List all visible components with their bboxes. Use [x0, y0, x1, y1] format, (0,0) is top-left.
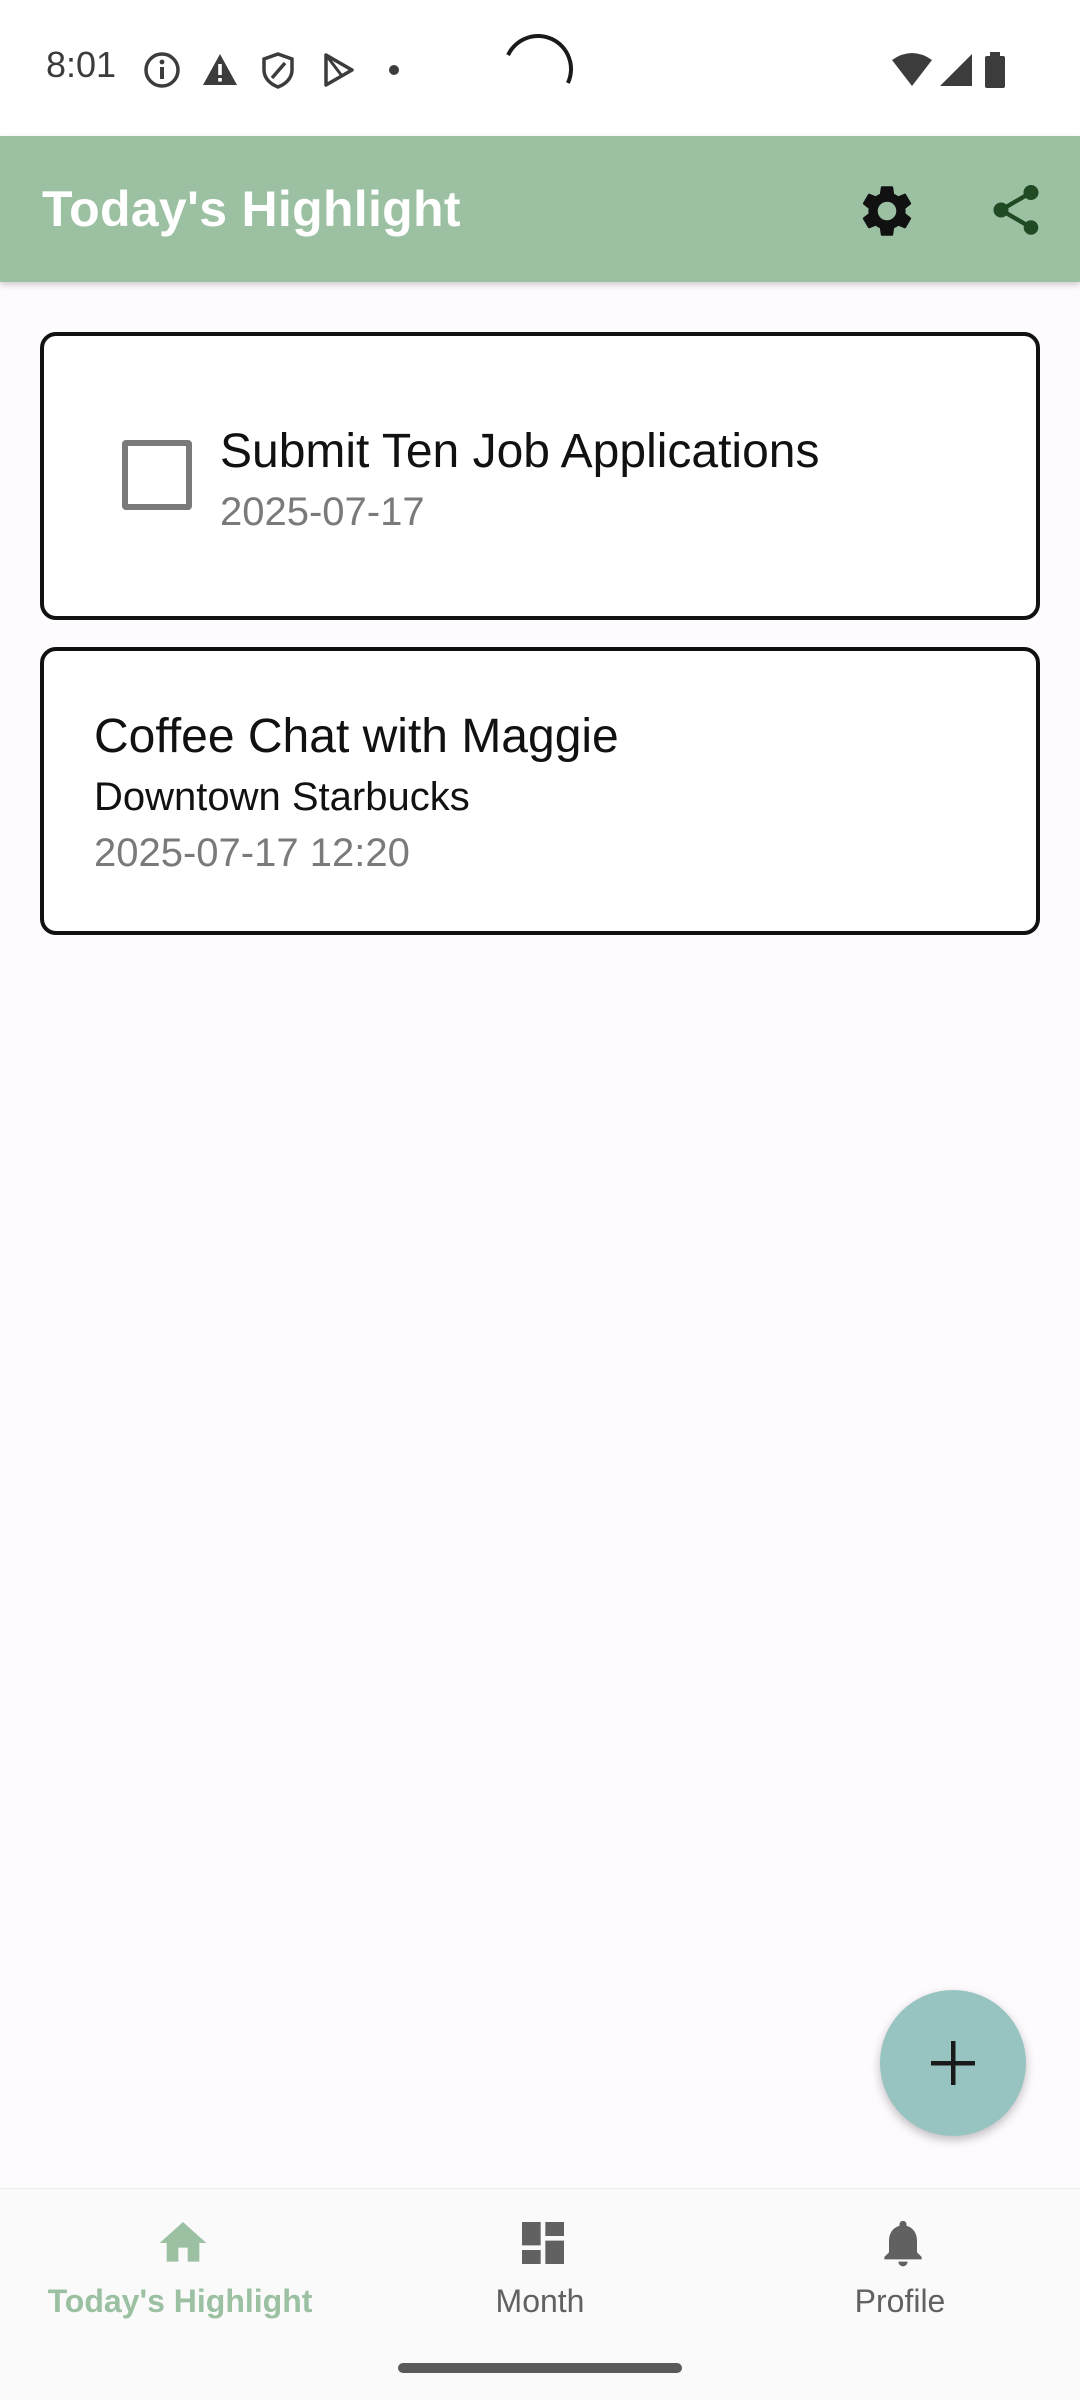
nav-item-profile[interactable]: Profile	[720, 2189, 1080, 2349]
app-bar: Today's Highlight	[0, 136, 1080, 282]
add-button[interactable]	[880, 1990, 1026, 2136]
dashboard-icon	[522, 2222, 564, 2264]
nav-label-profile: Profile	[854, 2283, 946, 2319]
battery-icon	[985, 52, 1005, 88]
settings-gear-icon[interactable]	[856, 180, 918, 242]
status-time: 8:01	[46, 44, 117, 85]
camera-cutout	[493, 24, 583, 114]
info-icon	[144, 52, 180, 88]
gesture-bar[interactable]	[398, 2363, 682, 2373]
task-card[interactable]: Submit Ten Job Applications 2025-07-17	[40, 332, 1040, 620]
status-bar: 8:01	[0, 0, 1080, 136]
event-location: Downtown Starbucks	[94, 775, 470, 819]
event-card[interactable]: Coffee Chat with Maggie Downtown Starbuc…	[40, 647, 1040, 935]
cell-signal-icon	[940, 54, 972, 86]
dot-icon	[389, 65, 399, 75]
nav-item-todays-highlight[interactable]: Today's Highlight	[0, 2189, 360, 2349]
event-datetime: 2025-07-17 12:20	[94, 831, 410, 875]
warning-icon	[203, 54, 237, 85]
play-store-icon	[324, 53, 354, 87]
shield-icon	[262, 52, 294, 89]
wifi-icon	[892, 53, 932, 86]
task-title: Submit Ten Job Applications	[220, 425, 820, 478]
task-checkbox[interactable]	[122, 440, 192, 510]
nav-item-month[interactable]: Month	[360, 2189, 720, 2349]
nav-label-todays-highlight: Today's Highlight	[47, 2283, 313, 2319]
nav-label-month: Month	[495, 2283, 585, 2319]
page-title: Today's Highlight	[42, 181, 461, 237]
plus-icon	[931, 2041, 975, 2085]
share-icon[interactable]	[986, 180, 1046, 240]
bell-icon	[884, 2220, 922, 2267]
home-icon	[159, 2222, 207, 2262]
task-date: 2025-07-17	[220, 490, 425, 534]
event-title: Coffee Chat with Maggie	[94, 710, 619, 763]
